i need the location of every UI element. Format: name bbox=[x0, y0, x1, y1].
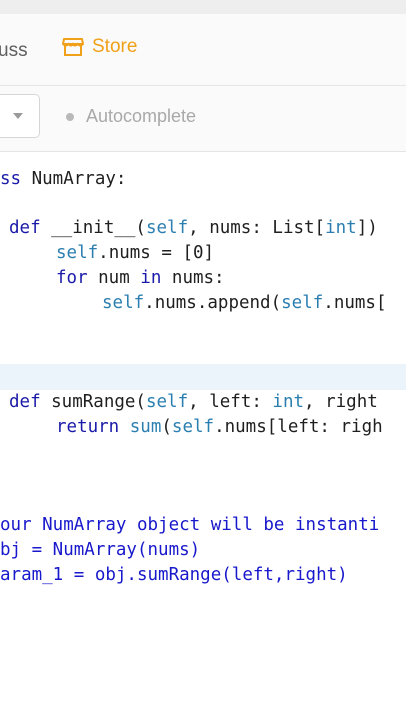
current-line-highlight bbox=[0, 364, 406, 390]
browser-top-strip bbox=[0, 0, 406, 14]
code-comment-3: aram_1 = obj.sumRange(left,right) bbox=[0, 565, 348, 585]
code-line-6: def sumRange(self, left: int, right bbox=[9, 392, 378, 412]
language-dropdown[interactable] bbox=[0, 94, 40, 138]
code-line-5: self.nums.append(self.nums[ bbox=[102, 293, 387, 313]
top-navbar: uss Store bbox=[0, 14, 406, 86]
nav-store-link[interactable]: Store bbox=[62, 36, 137, 58]
chevron-down-icon bbox=[13, 113, 23, 119]
nav-store-label: Store bbox=[92, 36, 138, 57]
editor-toolbar: Autocomplete bbox=[0, 86, 406, 152]
code-line-3: self.nums = [0] bbox=[56, 243, 215, 263]
status-dot-icon bbox=[66, 112, 74, 121]
autocomplete-toggle[interactable]: Autocomplete bbox=[66, 106, 196, 127]
code-editor[interactable]: ss NumArray: def __init__(self, nums: Li… bbox=[0, 152, 406, 720]
autocomplete-label: Autocomplete bbox=[86, 106, 197, 126]
nav-discuss-link[interactable]: uss bbox=[0, 40, 28, 62]
code-line-4: for num in nums: bbox=[56, 268, 225, 288]
code-line-2: def __init__(self, nums: List[int]) bbox=[9, 218, 378, 238]
code-comment-2: bj = NumArray(nums) bbox=[0, 540, 201, 560]
code-line-1: ss NumArray: bbox=[0, 169, 127, 189]
code-comment-1: our NumArray object will be instanti bbox=[0, 515, 380, 535]
code-line-7: return sum(self.nums[left: righ bbox=[56, 417, 383, 437]
store-icon bbox=[62, 37, 84, 57]
